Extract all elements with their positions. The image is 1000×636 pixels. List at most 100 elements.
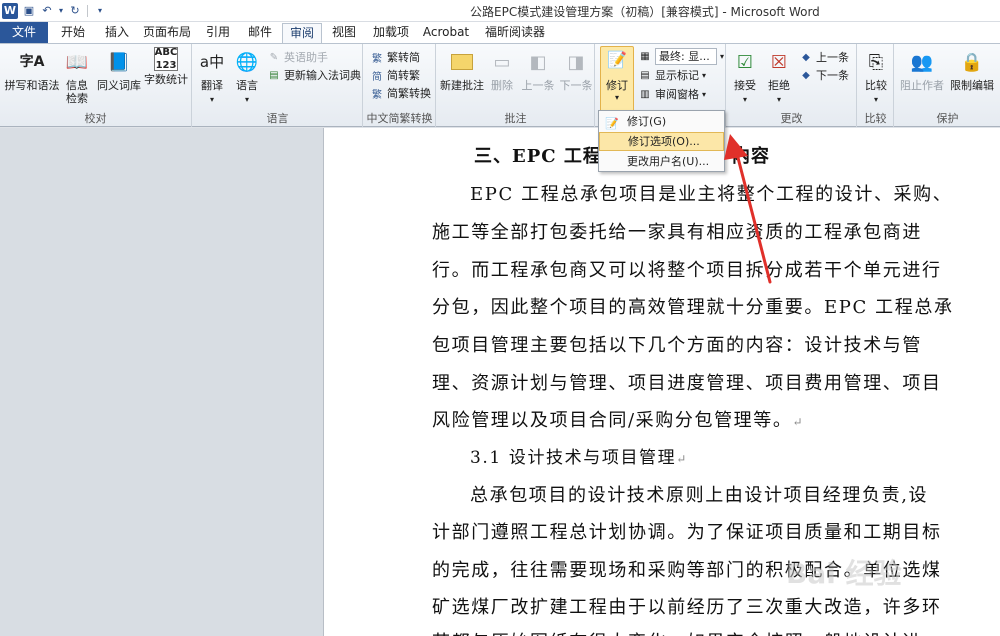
trad-to-simp-button[interactable]: 繁 繁转简	[370, 48, 420, 66]
restrict-editing-button[interactable]: 🔒 限制编辑	[947, 47, 997, 92]
group-label-comments: 批注	[504, 112, 527, 125]
chinese-convert-button[interactable]: 繁 简繁转换	[370, 84, 431, 102]
accept-button[interactable]: ☑ 接受 ▾	[729, 47, 761, 106]
word-count-icon: ABC 123	[154, 47, 178, 71]
menu-item-tracking-options-label: 修订选项(O)...	[628, 135, 700, 148]
block-authors-label: 阻止作者	[900, 79, 944, 92]
group-protect: 👥 阻止作者 🔒 限制编辑 保护	[895, 44, 1000, 127]
save-icon[interactable]: ▣	[22, 4, 36, 18]
simp-to-trad-label: 简转繁	[387, 69, 420, 82]
final-markup-combo[interactable]: 最终: 显...	[655, 47, 717, 65]
thesaurus-button[interactable]: 📘 同义词库	[94, 47, 144, 92]
new-comment-label: 新建批注	[440, 79, 484, 92]
delete-comment-label: 删除	[491, 79, 513, 92]
spelling-grammar-label: 拼写和语法	[4, 79, 60, 92]
paragraph-line: 总承包项目的设计技术原则上由设计项目经理负责,设	[470, 485, 929, 506]
paragraph-line: EPC 工程总承包项目是业主将整个工程的设计、采购、	[470, 184, 953, 205]
simp-to-trad-button[interactable]: 简 简转繁	[370, 66, 420, 84]
review-pane-button[interactable]: ▥ 审阅窗格 ▾	[638, 85, 706, 103]
language-button[interactable]: 🌐 语言 ▾	[231, 47, 263, 106]
compare-dropdown-icon: ▾	[873, 95, 878, 104]
menu-item-change-user-name-label: 更改用户名(U)...	[627, 155, 710, 168]
chinese-convert-icon: 繁	[372, 89, 382, 101]
paragraph-line: 计部门遵照工程总计划协调。为了保证项目质量和工期目标	[432, 522, 942, 543]
paragraph-line: 施工等全部打包委托给一家具有相应资质的工程承包商进	[432, 222, 922, 243]
tab-references[interactable]: 引用	[198, 23, 238, 43]
english-assistant-button[interactable]: ✎ 英语助手	[267, 48, 328, 66]
next-comment-label: 下一条	[559, 79, 593, 92]
group-label-changes: 更改	[780, 112, 803, 125]
reject-label: 拒绝	[768, 79, 790, 92]
research-button[interactable]: 📖 信息 检索	[62, 47, 92, 105]
subheading-text: 3.1 设计技术与项目管理	[470, 448, 677, 468]
block-authors-button[interactable]: 👥 阻止作者	[897, 47, 947, 92]
menu-item-change-tracking-options[interactable]: 修订选项(O)...	[599, 132, 724, 151]
track-changes-menu-icon: 📝	[605, 117, 619, 130]
group-language: a中 翻译 ▾ 🌐 语言 ▾ ✎ 英语助手 ▤ 更新输入法词典 语言	[193, 44, 363, 127]
next-change-button[interactable]: ◆ 下一条	[799, 66, 849, 84]
undo-icon[interactable]: ↶	[40, 4, 54, 18]
next-comment-icon: ◨	[567, 51, 585, 73]
lock-icon: 🔒	[960, 51, 984, 73]
chinese-convert-label: 简繁转换	[387, 87, 431, 100]
translate-label: 翻译	[201, 79, 223, 92]
word-count-button[interactable]: ABC 123 字数统计	[142, 47, 190, 86]
group-label-compare: 比较	[864, 112, 887, 125]
tab-foxit-reader[interactable]: 福昕阅读器	[480, 23, 550, 43]
next-comment-button[interactable]: ◨ 下一条	[557, 47, 595, 92]
group-changes: ☑ 接受 ▾ ☒ 拒绝 ▾ ◆ 上一条 ◆ 下一条 更改	[727, 44, 857, 127]
update-ime-dictionary-button[interactable]: ▤ 更新输入法词典	[267, 66, 361, 84]
spelling-grammar-button[interactable]: 字A 拼写和语法	[2, 47, 62, 93]
qat-separator	[87, 5, 88, 17]
menu-item-track-changes[interactable]: 📝 修订(G)	[599, 112, 724, 131]
track-changes-button[interactable]: 📝 修订 ▾	[600, 46, 634, 112]
new-comment-button[interactable]: 新建批注	[439, 47, 485, 92]
compare-label: 比较	[865, 79, 887, 92]
prev-comment-button[interactable]: ◧ 上一条	[519, 47, 557, 92]
accept-dropdown-icon: ▾	[742, 95, 747, 104]
tab-page-layout[interactable]: 页面布局	[139, 23, 195, 43]
show-markup-button[interactable]: ▤ 显示标记 ▾	[638, 66, 706, 84]
tab-mailings[interactable]: 邮件	[240, 23, 280, 43]
tab-home[interactable]: 开始	[53, 23, 93, 43]
tab-review[interactable]: 审阅	[282, 23, 322, 43]
final-markup-selector[interactable]: ▦ 最终: 显... ▾	[638, 47, 724, 65]
customize-qat-icon[interactable]: ▾	[93, 4, 107, 18]
tab-view[interactable]: 视图	[324, 23, 364, 43]
new-comment-icon	[447, 47, 477, 77]
redo-icon[interactable]: ↻	[68, 4, 82, 18]
subheading: 3.1 设计技术与项目管理↵	[470, 443, 688, 468]
compare-button[interactable]: ⎘ 比较 ▾	[860, 47, 892, 106]
english-assistant-icon: ✎	[269, 51, 279, 63]
translate-button[interactable]: a中 翻译 ▾	[197, 47, 227, 106]
prev-comment-icon: ◧	[529, 51, 547, 73]
show-markup-dropdown-icon: ▾	[702, 70, 707, 80]
compare-icon: ⎘	[868, 51, 884, 73]
restrict-editing-label: 限制编辑	[950, 79, 994, 92]
paragraph-text: 风险管理以及项目合同/采购分包管理等。	[432, 410, 793, 431]
thesaurus-label: 同义词库	[97, 79, 141, 92]
display-for-review-icon: ▦	[640, 50, 650, 62]
menu-item-change-user-name[interactable]: 更改用户名(U)...	[599, 152, 724, 171]
prev-change-button[interactable]: ◆ 上一条	[799, 48, 849, 66]
paragraph-line: 节都与原始图纸有很大变化，如果完全按照一般地设计进	[432, 628, 922, 636]
language-dropdown-icon: ▾	[244, 95, 249, 104]
paragraph-mark-icon: ↵	[792, 415, 805, 429]
delete-comment-button[interactable]: ▭ 删除	[487, 47, 517, 92]
group-label-language: 语言	[266, 112, 289, 125]
dropdown-arrow-icon[interactable]: ▾	[58, 4, 64, 18]
tab-addins[interactable]: 加载项	[367, 23, 415, 43]
group-comments: 新建批注 ▭ 删除 ◧ 上一条 ◨ 下一条 批注	[437, 44, 595, 127]
word-logo-icon[interactable]: W	[2, 3, 18, 19]
tab-file[interactable]: 文件	[0, 22, 48, 43]
track-changes-icon: 📝	[607, 50, 627, 69]
tab-acrobat[interactable]: Acrobat	[419, 23, 473, 43]
reject-button[interactable]: ☒ 拒绝 ▾	[763, 47, 795, 106]
delete-comment-icon: ▭	[493, 51, 511, 73]
spellcheck-icon: 字A	[19, 53, 45, 70]
tab-insert[interactable]: 插入	[97, 23, 137, 43]
prev-change-icon: ◆	[802, 51, 810, 63]
research-label-1: 信息	[66, 79, 88, 92]
paragraph-line: 风险管理以及项目合同/采购分包管理等。↵	[432, 406, 804, 432]
group-chinese-conversion: 繁 繁转简 简 简转繁 繁 简繁转换 中文简繁转换	[364, 44, 436, 127]
